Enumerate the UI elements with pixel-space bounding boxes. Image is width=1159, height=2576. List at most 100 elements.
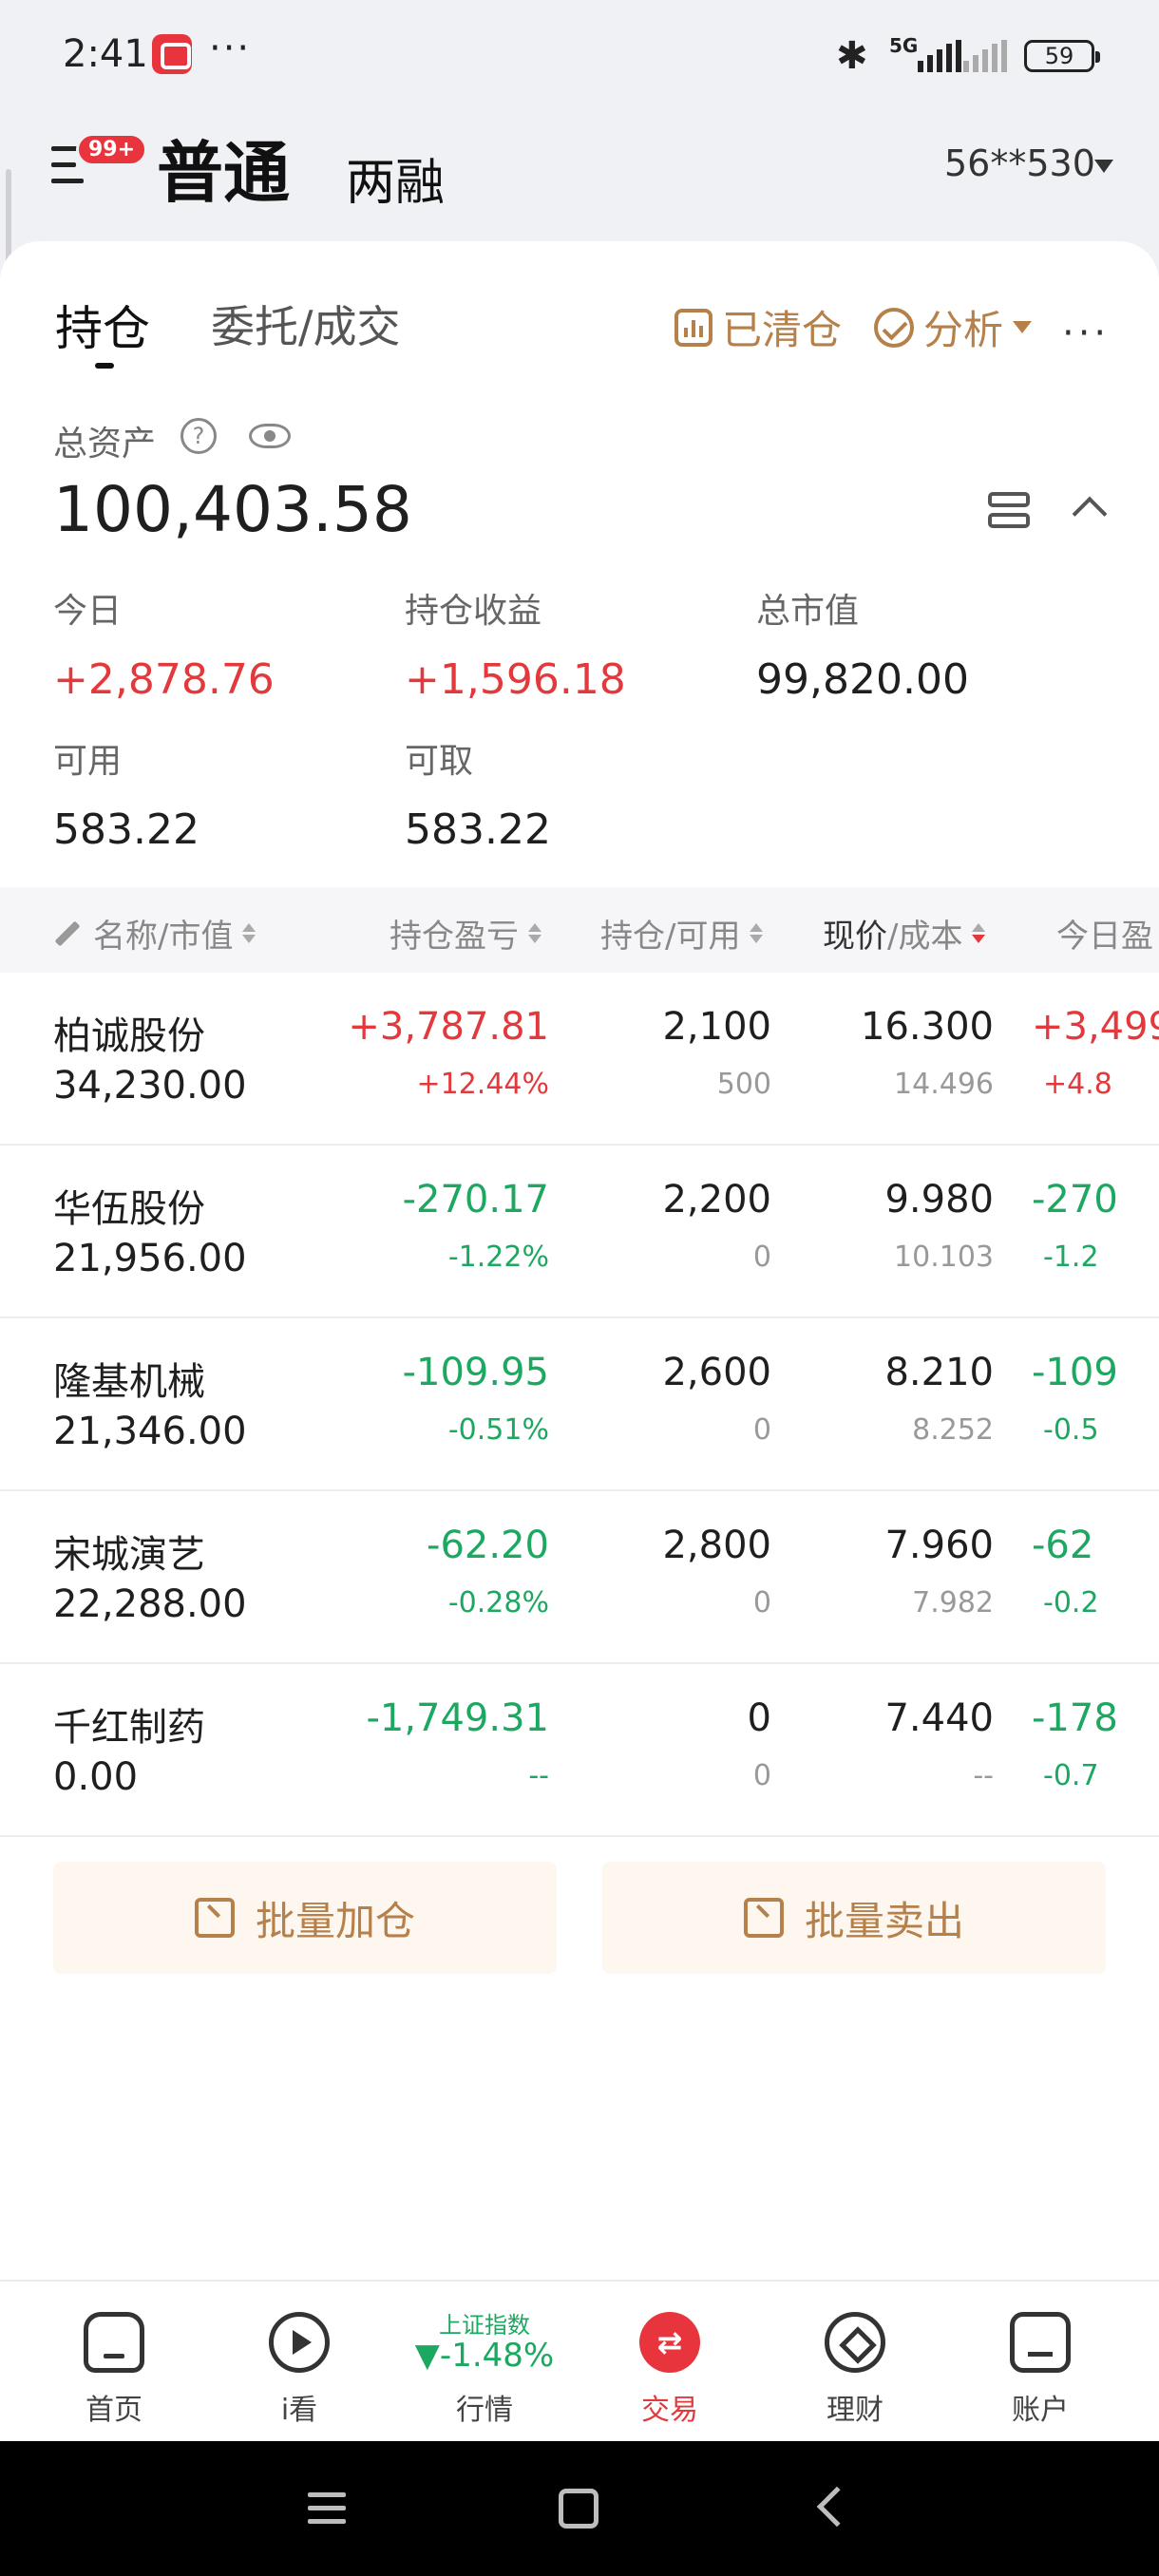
dropdown-icon xyxy=(1013,321,1033,333)
sort-icon xyxy=(972,923,986,943)
position-qty: 2,100 xyxy=(662,1005,771,1049)
nav-trade-label: 交易 xyxy=(641,2394,698,2427)
total-assets-value: 100,403.58 xyxy=(53,473,412,546)
nav-wealth[interactable]: 理财 xyxy=(770,2282,940,2443)
table-row[interactable]: 柏诚股份 34,230.00 +3,787.81 +12.44% 2,100 500 16.… xyxy=(0,973,1159,1146)
position-pnl: -62.20 xyxy=(427,1524,549,1567)
position-pnl-pct: -0.28% xyxy=(447,1586,549,1619)
home-icon xyxy=(84,2312,144,2373)
table-row[interactable]: 千红制药 0.00 -1,749.31 -- 0 0 7.440 -- -178 -0.7 xyxy=(0,1664,1159,1837)
current-price: 8.210 xyxy=(884,1351,994,1394)
bottom-nav: 首页 i看 上证指数 ▼-1.48% 行情 ⇄ 交易 理财 账户 xyxy=(0,2280,1159,2441)
eye-icon[interactable] xyxy=(249,424,291,448)
batch-add-label: 批量加仓 xyxy=(255,1897,415,1944)
layout-icon[interactable] xyxy=(988,492,1030,530)
position-pnl-pct: -1.22% xyxy=(447,1241,549,1274)
sort-icon xyxy=(242,923,256,943)
batch-add-icon xyxy=(194,1898,235,1938)
cost-price: 8.252 xyxy=(912,1413,994,1447)
withdrawable-label: 可取 xyxy=(405,742,474,781)
status-bar: 2:41 ··· ✱ 5G 59 xyxy=(0,0,1159,114)
header-today[interactable]: 今日盈 xyxy=(1056,910,1153,957)
today-pnl: -270 xyxy=(1032,1178,1118,1222)
position-pnl-label: 持仓收益 xyxy=(405,592,542,631)
chevron-up-icon[interactable] xyxy=(1072,496,1108,532)
nav-trade[interactable]: ⇄ 交易 xyxy=(584,2282,755,2443)
today-pnl-pct: -0.7 xyxy=(1043,1759,1099,1792)
header: 99+ 普通 两融 56**530 xyxy=(0,114,1159,247)
cleared-positions-button[interactable]: 已清仓 xyxy=(674,298,842,356)
nav-account-label: 账户 xyxy=(1012,2394,1069,2427)
today-value: +2,878.76 xyxy=(53,655,275,704)
available-qty: 0 xyxy=(752,1413,771,1447)
tab-positions[interactable]: 持仓 xyxy=(55,291,150,359)
position-qty: 2,800 xyxy=(662,1524,771,1567)
index-change: ▼-1.48% xyxy=(414,2337,555,2375)
batch-add-button[interactable]: 批量加仓 xyxy=(53,1862,557,1974)
main-sheet: 持仓 委托/成交 已清仓 分析 ··· 总资产 ? 100,403.58 今日 … xyxy=(0,241,1159,2280)
header-qty[interactable]: 持仓/可用 xyxy=(600,910,764,957)
back-icon[interactable] xyxy=(816,2486,858,2528)
account-number[interactable]: 56**530 xyxy=(944,142,1095,184)
account-type-normal[interactable]: 普通 xyxy=(157,120,290,216)
nav-home[interactable]: 首页 xyxy=(28,2282,200,2443)
stock-name: 宋城演艺 xyxy=(53,1533,205,1577)
position-pnl-pct: -0.51% xyxy=(447,1413,549,1447)
header-name[interactable]: 名称/市值 xyxy=(53,910,256,957)
today-label: 今日 xyxy=(53,592,123,631)
more-icon[interactable]: ··· xyxy=(1062,312,1110,355)
analysis-icon xyxy=(874,307,914,348)
total-assets-label: 总资产 xyxy=(53,425,157,464)
current-price: 7.960 xyxy=(884,1524,994,1567)
help-icon[interactable]: ? xyxy=(180,418,217,454)
batch-sell-icon xyxy=(743,1898,784,1938)
available-qty: 0 xyxy=(752,1586,771,1619)
available-value: 583.22 xyxy=(53,805,200,854)
batch-sell-button[interactable]: 批量卖出 xyxy=(602,1862,1106,1974)
analysis-button[interactable]: 分析 xyxy=(874,298,1033,356)
recent-apps-icon[interactable] xyxy=(308,2489,346,2527)
today-pnl: -178 xyxy=(1032,1696,1118,1740)
table-row[interactable]: 隆基机械 21,346.00 -109.95 -0.51% 2,600 0 8.210 8.2… xyxy=(0,1318,1159,1491)
market-value-label: 总市值 xyxy=(756,592,860,631)
current-price: 7.440 xyxy=(884,1696,994,1740)
withdrawable-value: 583.22 xyxy=(405,805,551,854)
chart-icon xyxy=(674,308,712,347)
tab-bar: 持仓 委托/成交 已清仓 分析 ··· xyxy=(0,291,1159,369)
table-row[interactable]: 宋城演艺 22,288.00 -62.20 -0.28% 2,800 0 7.960 7.98… xyxy=(0,1491,1159,1664)
nav-market[interactable]: 上证指数 ▼-1.48% 行情 xyxy=(399,2282,570,2443)
chevron-down-icon[interactable] xyxy=(1094,160,1113,173)
stock-market-value: 21,346.00 xyxy=(53,1410,247,1453)
sort-icon xyxy=(528,923,542,943)
header-price[interactable]: 现价 /成本 xyxy=(823,910,986,957)
cleared-label: 已清仓 xyxy=(722,307,843,353)
header-pnl[interactable]: 持仓盈亏 xyxy=(390,910,542,957)
today-pnl-pct: +4.8 xyxy=(1043,1068,1112,1101)
home-button-icon[interactable] xyxy=(559,2489,598,2529)
account-type-margin[interactable]: 两融 xyxy=(346,142,445,214)
account-icon xyxy=(1010,2312,1071,2373)
table-row[interactable]: 华伍股份 21,956.00 -270.17 -1.22% 2,200 0 9.980 10.… xyxy=(0,1146,1159,1318)
today-pnl: -109 xyxy=(1032,1351,1118,1394)
system-nav-bar xyxy=(0,2441,1159,2576)
more-notifications-icon: ··· xyxy=(209,27,252,70)
nav-watch[interactable]: i看 xyxy=(214,2282,385,2443)
today-pnl-pct: -0.2 xyxy=(1043,1586,1099,1619)
edit-icon xyxy=(54,920,81,946)
available-label: 可用 xyxy=(53,742,123,781)
cost-price: 10.103 xyxy=(894,1241,994,1274)
nav-wealth-label: 理财 xyxy=(826,2394,884,2427)
stock-name: 华伍股份 xyxy=(53,1187,205,1231)
tab-orders[interactable]: 委托/成交 xyxy=(211,293,401,355)
position-pnl-value: +1,596.18 xyxy=(405,655,626,704)
header-today-label: 今日盈 xyxy=(1056,918,1153,956)
market-value-value: 99,820.00 xyxy=(756,655,969,704)
nav-home-label: 首页 xyxy=(86,2394,142,2427)
current-price: 9.980 xyxy=(884,1178,994,1222)
available-stat: 可用 583.22 xyxy=(53,733,200,854)
available-qty: 0 xyxy=(752,1759,771,1792)
nav-account[interactable]: 账户 xyxy=(955,2282,1126,2443)
tab-underline xyxy=(95,363,114,369)
cost-price: 7.982 xyxy=(912,1586,994,1619)
stock-market-value: 0.00 xyxy=(53,1755,139,1799)
